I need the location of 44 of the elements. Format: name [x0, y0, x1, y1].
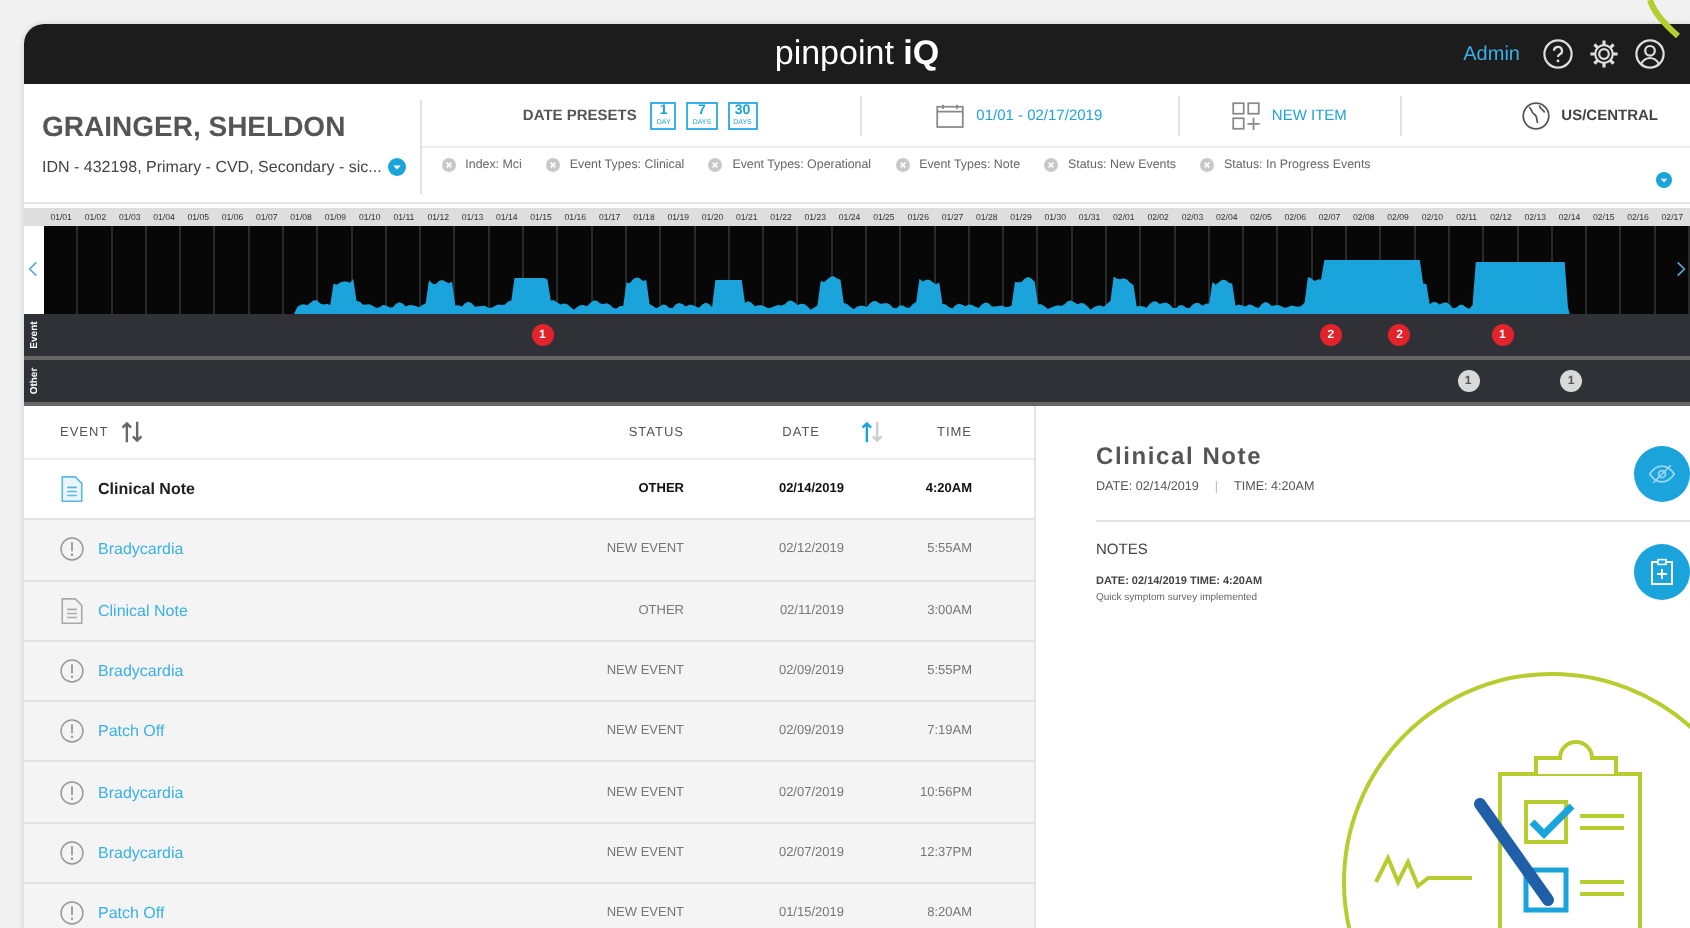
alert-icon: [60, 718, 84, 745]
event-name: Clinical Note: [98, 601, 188, 620]
remove-filter-icon[interactable]: [895, 158, 910, 172]
sort-icon[interactable]: [860, 420, 884, 444]
dropdown-icon[interactable]: [1656, 172, 1672, 188]
alert-icon: [60, 779, 84, 806]
eye-off-icon: [1648, 460, 1676, 488]
globe-icon[interactable]: [1521, 101, 1550, 129]
event-name: Bradycardia: [98, 783, 184, 802]
add-grid-icon[interactable]: [1231, 101, 1260, 129]
calendar-icon[interactable]: [936, 101, 965, 129]
alert-icon: [60, 839, 84, 866]
document-icon: [60, 476, 84, 503]
alert-icon: [60, 900, 84, 927]
patient-details: IDN - 432198, Primary - CVD, Secondary - sic...: [42, 158, 382, 176]
remove-filter-icon[interactable]: [441, 158, 456, 172]
dropdown-icon[interactable]: [387, 158, 406, 176]
document-icon: [60, 597, 84, 624]
chevron-right-icon[interactable]: [1676, 260, 1686, 278]
remove-filter-icon[interactable]: [545, 158, 560, 172]
hide-button[interactable]: [1634, 446, 1690, 502]
admin-link[interactable]: Admin: [1463, 43, 1520, 65]
event-name: Bradycardia: [98, 843, 184, 862]
help-icon[interactable]: [1542, 38, 1574, 70]
app-logo: pinpoint iQ: [774, 34, 940, 74]
sort-icon[interactable]: [120, 420, 145, 444]
event-name: Bradycardia: [98, 662, 184, 681]
remove-filter-icon[interactable]: [1044, 158, 1059, 172]
curve-line-drawing: [1644, 0, 1684, 40]
event-name: Clinical Note: [98, 480, 195, 499]
settings-icon[interactable]: [1588, 38, 1620, 70]
clipboard-plus-icon: [1648, 558, 1676, 586]
user-icon[interactable]: [1634, 38, 1666, 70]
detail-title: Clinical Note: [1096, 442, 1265, 470]
patient-name: GRAINGER, SHELDON: [42, 110, 348, 142]
remove-filter-icon[interactable]: [708, 158, 723, 172]
alert-icon: [60, 658, 84, 685]
event-name: Patch Off: [98, 722, 165, 741]
chevron-left-icon[interactable]: [28, 260, 38, 278]
alert-icon: [60, 536, 84, 563]
event-name: Patch Off: [98, 904, 165, 923]
remove-filter-icon[interactable]: [1200, 158, 1215, 172]
event-name: Bradycardia: [98, 540, 184, 559]
add-note-button[interactable]: [1634, 544, 1690, 600]
